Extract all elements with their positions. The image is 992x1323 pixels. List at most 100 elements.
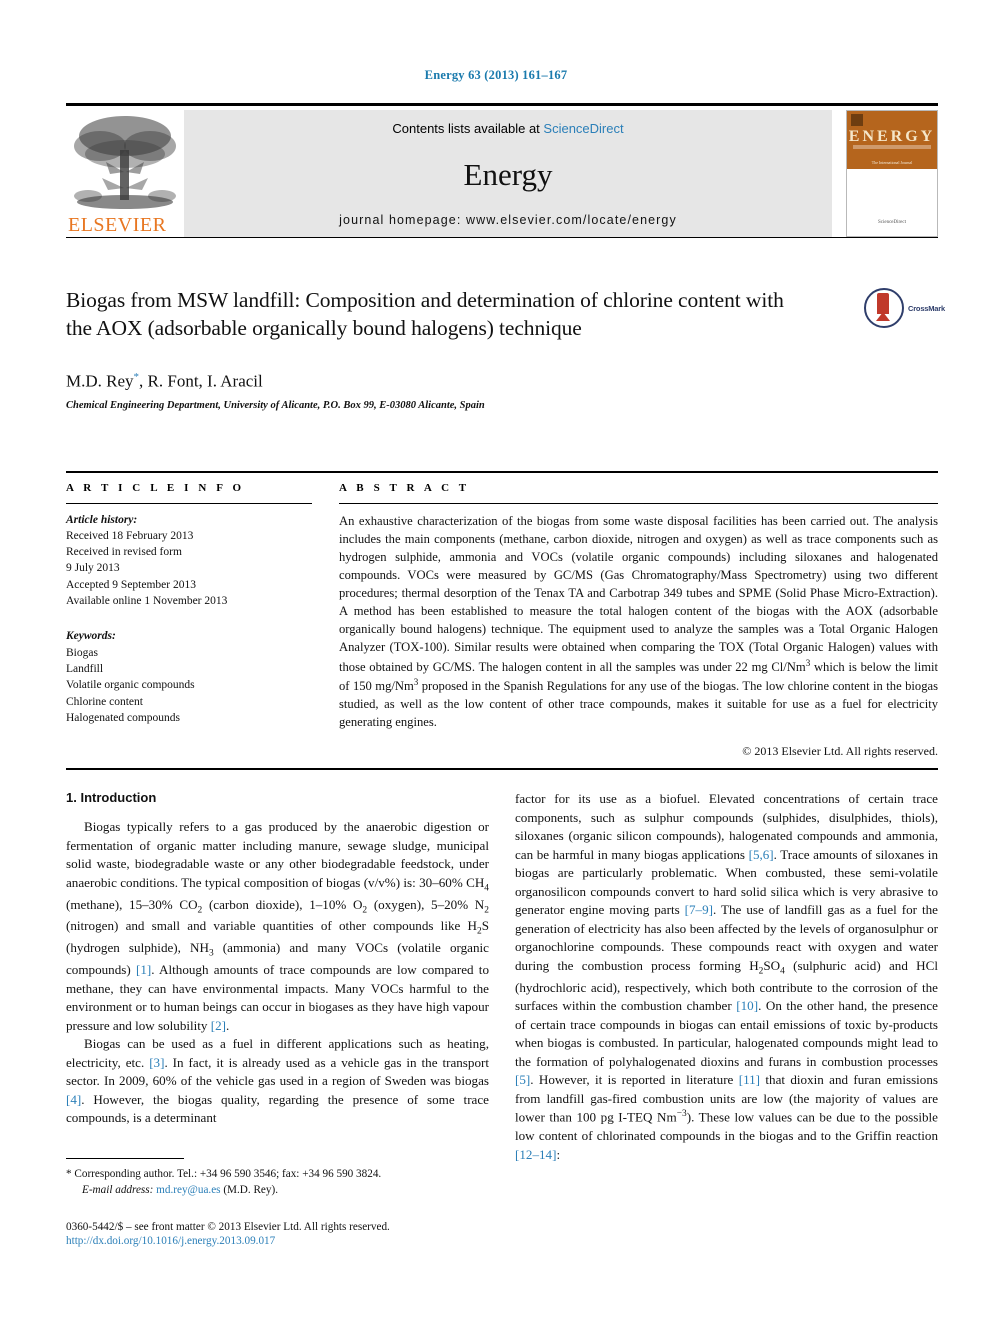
elsevier-logo: ELSEVIER	[66, 110, 184, 237]
cover-bottom-band: ScienceDirect	[847, 170, 937, 236]
issn-copyright-line: 0360-5442/$ – see front matter © 2013 El…	[66, 1221, 390, 1233]
page-title: Biogas from MSW landfill: Composition an…	[66, 288, 784, 341]
text-run: (nitrogen) and small and variable quanti…	[66, 918, 477, 934]
article-body: 1. Introduction Biogas typically refers …	[66, 790, 938, 1164]
journal-name: Energy	[463, 157, 553, 192]
cover-rule	[853, 145, 931, 149]
body-column-right: factor for its use as a biofuel. Elevate…	[515, 790, 938, 1164]
running-head: Energy 63 (2013) 161–167	[424, 68, 568, 82]
abstract-body: An exhaustive characterization of the bi…	[339, 512, 938, 732]
masthead-center: Contents lists available at ScienceDirec…	[184, 110, 832, 237]
contents-prefix: Contents lists available at	[392, 121, 544, 136]
sciencedirect-link[interactable]: ScienceDirect	[543, 121, 623, 136]
citation-link[interactable]: [5,6]	[749, 847, 774, 862]
section-heading-introduction: 1. Introduction	[66, 790, 157, 805]
crossmark-icon	[864, 288, 904, 328]
abstract-part: proposed in the Spanish Regulations for …	[339, 679, 938, 730]
article-history: Article history: Received 18 February 20…	[66, 512, 312, 610]
citation-link[interactable]: [10]	[736, 998, 758, 1013]
crossmark-bar	[877, 293, 889, 314]
keywords-block: Keywords: Biogas Landfill Volatile organ…	[66, 628, 312, 726]
abstract-copyright: © 2013 Elsevier Ltd. All rights reserved…	[742, 744, 938, 759]
keywords-label: Keywords:	[66, 630, 116, 643]
citation-link[interactable]: [11]	[739, 1072, 760, 1087]
subscript: 2	[484, 905, 489, 916]
journal-cover-thumbnail: ENERGY The International Journal Science…	[846, 110, 938, 237]
history-item: Accepted 9 September 2013	[66, 578, 196, 591]
text-run: . However, it is reported in literature	[530, 1072, 739, 1088]
info-top-rule	[66, 471, 938, 473]
text-run: . However, the biogas quality, regarding…	[66, 1091, 489, 1126]
abstract-part: An exhaustive characterization of the bi…	[339, 513, 938, 674]
citation-link[interactable]: [5]	[515, 1072, 530, 1087]
citation-link[interactable]: [12–14]	[515, 1147, 556, 1162]
email-label: E-mail address:	[82, 1184, 154, 1197]
cover-publisher-mark: ScienceDirect	[877, 219, 907, 225]
article-info-heading: A R T I C L E I N F O	[66, 481, 245, 494]
article-history-label: Article history:	[66, 513, 138, 526]
article-info-rule	[66, 502, 312, 504]
author-corresponding: M.D. Rey	[66, 371, 134, 391]
subscript: 4	[484, 883, 489, 894]
cover-subtitle: The International Journal	[871, 160, 913, 165]
footnote-rule	[66, 1158, 184, 1159]
masthead-bottom-rule	[66, 237, 938, 238]
paragraph: factor for its use as a biofuel. Elevate…	[515, 790, 938, 1164]
crossmark-badge[interactable]: CrossMark	[864, 288, 945, 328]
email-link[interactable]: md.rey@ua.es	[156, 1184, 220, 1196]
footnote-contact: Corresponding author. Tel.: +34 96 590 3…	[71, 1168, 382, 1180]
text-run: .	[226, 1017, 230, 1033]
crossmark-triangle	[876, 312, 890, 321]
keyword-item: Halogenated compounds	[66, 712, 181, 725]
text-run: Biogas typically refers to a gas produce…	[66, 819, 489, 890]
info-abstract-section: A R T I C L E I N F O Article history: R…	[66, 471, 938, 770]
abstract-rule	[339, 502, 938, 504]
info-abstract-columns: A R T I C L E I N F O Article history: R…	[66, 482, 938, 760]
history-item: Available online 1 November 2013	[66, 595, 228, 608]
body-column-left: 1. Introduction Biogas typically refers …	[66, 790, 489, 1164]
footnote-line-2: E-mail address: md.rey@ua.es (M.D. Rey).	[66, 1182, 489, 1198]
citation-link[interactable]: [7–9]	[685, 902, 713, 917]
email-owner: (M.D. Rey).	[220, 1184, 279, 1197]
crossmark-label: CrossMark	[908, 303, 945, 313]
corresponding-author-footnote: * Corresponding author. Tel.: +34 96 590…	[66, 1158, 489, 1199]
text-run: (oxygen), 5–20% N	[367, 896, 485, 912]
keyword-item: Chlorine content	[66, 695, 143, 708]
author-list: M.D. Rey*, R. Font, I. Aracil	[66, 371, 938, 392]
cover-title: ENERGY	[848, 128, 936, 145]
article-page: Energy 63 (2013) 161–167 ELSEVIER Conten…	[0, 0, 992, 1323]
history-item: Received in revised form	[66, 546, 182, 559]
keyword-item: Volatile organic compounds	[66, 679, 195, 692]
citation-link[interactable]: [3]	[149, 1055, 164, 1070]
affiliation: Chemical Engineering Department, Univers…	[66, 400, 485, 412]
paragraph: Biogas typically refers to a gas produce…	[66, 818, 489, 1035]
citation-link[interactable]: [4]	[66, 1092, 81, 1107]
citation-link[interactable]: [2]	[211, 1018, 226, 1033]
contents-available-line: Contents lists available at ScienceDirec…	[392, 121, 623, 136]
citation-link[interactable]: [1]	[136, 962, 151, 977]
article-info-column: A R T I C L E I N F O Article history: R…	[66, 482, 312, 760]
abstract-heading: A B S T R A C T	[339, 481, 470, 494]
text-run: :	[556, 1146, 561, 1162]
masthead-body: ELSEVIER Contents lists available at Sci…	[66, 110, 938, 237]
paragraph: Biogas can be used as a fuel in differen…	[66, 1035, 489, 1128]
title-block: Biogas from MSW landfill: Composition an…	[66, 286, 945, 412]
history-item: Received 18 February 2013	[66, 529, 194, 542]
author-others: , R. Font, I. Aracil	[139, 371, 263, 391]
doi-link[interactable]: http://dx.doi.org/10.1016/j.energy.2013.…	[66, 1235, 586, 1247]
elsevier-tree-icon	[74, 116, 176, 209]
page-footer: 0360-5442/$ – see front matter © 2013 El…	[66, 1221, 586, 1247]
superscript: −3	[676, 1109, 687, 1120]
footnote-line-1: * Corresponding author. Tel.: +34 96 590…	[66, 1166, 489, 1182]
masthead-top-rule	[66, 103, 938, 106]
text-run: (carbon dioxide), 1–10% O	[202, 896, 363, 912]
text-run: SO	[763, 957, 781, 973]
keyword-item: Landfill	[66, 663, 104, 676]
journal-homepage[interactable]: journal homepage: www.elsevier.com/locat…	[339, 213, 677, 227]
journal-masthead: ELSEVIER Contents lists available at Sci…	[66, 103, 938, 238]
info-bottom-rule	[66, 768, 938, 770]
text-run: (methane), 15–30% CO	[66, 896, 198, 912]
cover-top-band: ENERGY The International Journal	[847, 111, 937, 169]
elsevier-wordmark: ELSEVIER	[68, 214, 167, 236]
keyword-item: Biogas	[66, 646, 98, 659]
